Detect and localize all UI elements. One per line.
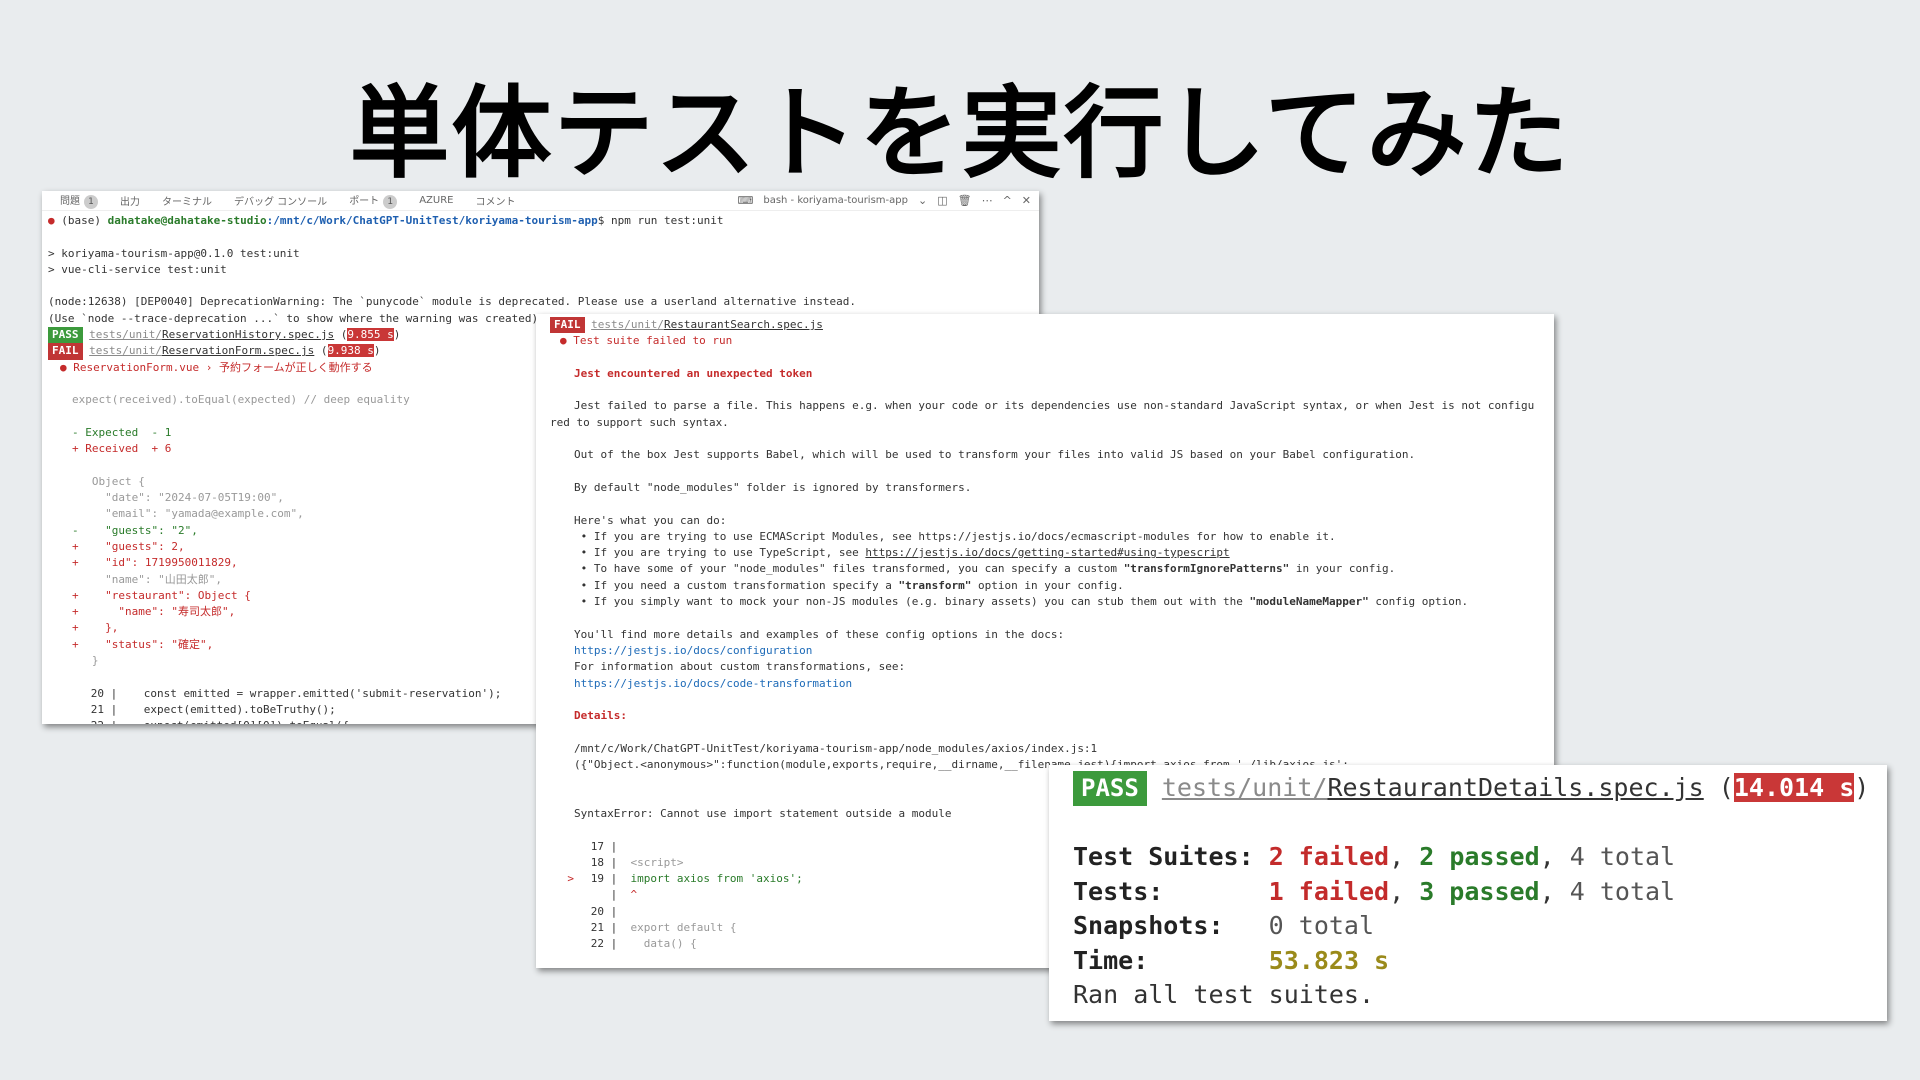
parse-line: red to support such syntax. [550, 415, 729, 429]
tab-comments[interactable]: コメント [475, 193, 515, 208]
typescript-link[interactable]: https://jestjs.io/docs/getting-started#u… [865, 546, 1229, 559]
deprecation-line: (node:12638) [DEP0040] DeprecationWarnin… [48, 295, 856, 309]
more-line: You'll find more details and examples of… [574, 627, 1065, 641]
tab-output[interactable]: 出力 [120, 193, 140, 208]
ignored-line: By default "node_modules" folder is igno… [574, 480, 972, 494]
tab-ports[interactable]: ポート 1 [349, 192, 398, 209]
parse-line: Jest failed to parse a file. This happen… [574, 399, 1535, 413]
bullet-line: • If you simply want to mock your non-JS… [574, 595, 1469, 609]
pass-result-line: PASS tests/unit/RestaurantDetails.spec.j… [1073, 771, 1887, 806]
chevron-down-icon[interactable]: ⌄ [918, 194, 927, 207]
run-line: > vue-cli-service test:unit [48, 262, 227, 276]
bullet-line: • If you need a custom transformation sp… [574, 578, 1124, 592]
bullet-line: • If you are trying to use TypeScript, s… [574, 546, 1230, 560]
babel-line: Out of the box Jest supports Babel, whic… [574, 448, 1416, 462]
bullet-line: • If you are trying to use ECMAScript Mo… [574, 529, 1336, 543]
unexpected-token-line: Jest encountered an unexpected token [574, 366, 813, 380]
tab-problems[interactable]: 問題 1 [60, 192, 98, 209]
terminal-selector[interactable]: bash - koriyama-tourism-app [763, 195, 908, 206]
tab-azure[interactable]: AZURE [419, 195, 453, 206]
more-icon[interactable]: ⋯ [982, 194, 993, 207]
error-dot-icon: ● [48, 214, 55, 227]
problems-count-badge: 1 [84, 195, 98, 209]
tests-line: Tests: 1 failed, 3 passed, 4 total [1073, 876, 1676, 906]
test-suites-line: Test Suites: 2 failed, 2 passed, 4 total [1073, 842, 1676, 871]
suite-failed-line: ● Test suite failed to run [560, 334, 733, 348]
heres-line: Here's what you can do: [574, 513, 727, 527]
tab-debug-console[interactable]: デバッグ コンソール [234, 193, 327, 208]
configuration-link[interactable]: https://jestjs.io/docs/configuration [550, 643, 1554, 659]
code-transformation-link[interactable]: https://jestjs.io/docs/code-transformati… [550, 676, 1554, 692]
snapshots-line: Snapshots: 0 total [1073, 911, 1375, 940]
split-terminal-icon[interactable]: ◫ [937, 194, 947, 207]
time-line: Time: 53.823 s [1073, 945, 1390, 975]
run-line: > koriyama-tourism-app@0.1.0 test:unit [48, 246, 300, 260]
test-summary-screenshot: PASS tests/unit/RestaurantDetails.spec.j… [1049, 765, 1887, 1021]
panel-tab-bar: 問題 1 出力 ターミナル デバッグ コンソール ポート 1 AZURE コメント … [42, 191, 1039, 211]
slide-title: 単体テストを実行してみた [349, 75, 1571, 192]
prompt-line: ● (base) dahatake@dahatake-studio:/mnt/c… [48, 214, 724, 227]
bash-terminal-icon: ⌨ [737, 194, 754, 207]
tab-terminal[interactable]: ターミナル [162, 193, 212, 208]
ports-count-badge: 1 [383, 195, 398, 209]
forinfo-line: For information about custom transformat… [574, 660, 906, 674]
details-label: Details: [574, 709, 627, 723]
ran-all-line: Ran all test suites. [1073, 980, 1375, 1009]
fail-result-line: FAIL tests/unit/RestaurantSearch.spec.js [550, 317, 1554, 334]
maximize-panel-icon[interactable]: ^ [1003, 194, 1012, 207]
path-line: /mnt/c/Work/ChatGPT-UnitTest/koriyama-to… [574, 741, 1098, 755]
bullet-line: • To have some of your "node_modules" fi… [574, 562, 1396, 576]
close-panel-icon[interactable]: ✕ [1022, 194, 1031, 207]
summary-output: PASS tests/unit/RestaurantDetails.spec.j… [1049, 765, 1887, 1013]
trash-icon[interactable]: 🗑 [958, 194, 972, 207]
